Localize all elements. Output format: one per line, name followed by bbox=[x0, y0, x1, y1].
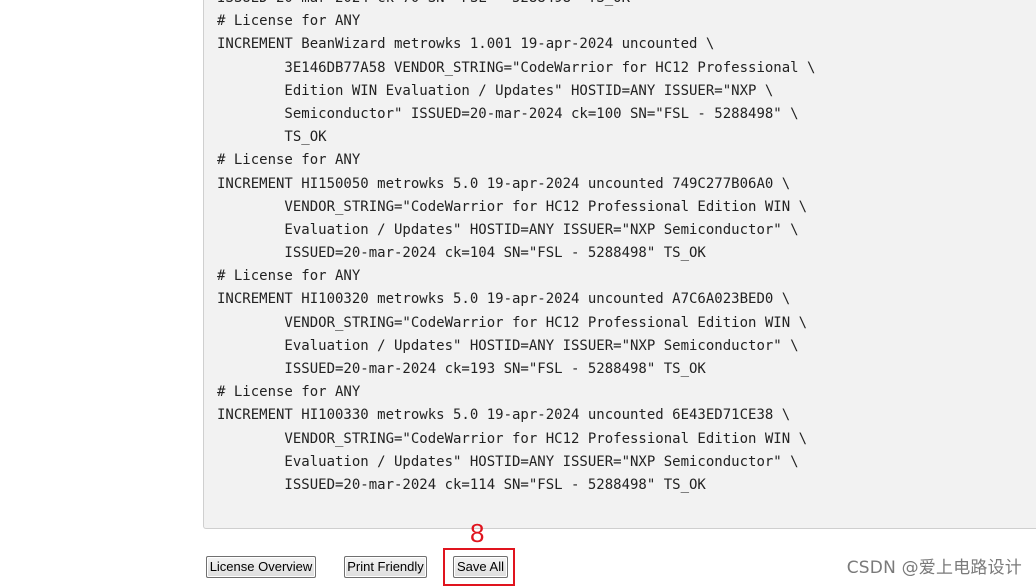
license-line: # License for ANY bbox=[217, 268, 361, 285]
license-line: VENDOR_STRING="CodeWarrior for HC12 Prof… bbox=[217, 430, 808, 447]
license-line: ISSUED=20-mar-2024 ck=70 SN="FSL - 52884… bbox=[217, 0, 815, 10]
license-line: # License for ANY bbox=[217, 152, 361, 169]
license-line: INCREMENT HI100330 metrowks 5.0 19-apr-2… bbox=[217, 407, 791, 424]
license-line: INCREMENT HI100320 metrowks 5.0 19-apr-2… bbox=[217, 291, 791, 308]
license-line: Edition WIN Evaluation / Updates" HOSTID… bbox=[217, 82, 774, 99]
license-line: Evaluation / Updates" HOSTID=ANY ISSUER=… bbox=[217, 453, 799, 470]
save-all-highlight-box bbox=[443, 548, 515, 586]
license-line: Evaluation / Updates" HOSTID=ANY ISSUER=… bbox=[217, 221, 799, 238]
license-line: INCREMENT BeanWizard metrowks 1.001 19-a… bbox=[217, 36, 715, 53]
license-line: ISSUED=20-mar-2024 ck=193 SN="FSL - 5288… bbox=[217, 361, 706, 377]
license-line: Semiconductor" ISSUED=20-mar-2024 ck=100… bbox=[217, 105, 799, 122]
license-line: INCREMENT HI150050 metrowks 5.0 19-apr-2… bbox=[217, 175, 791, 192]
license-line: TS_OK bbox=[217, 129, 327, 146]
license-file-text: ISSUED=20-mar-2024 ck=70 SN="FSL - 52884… bbox=[217, 0, 815, 497]
license-line: ISSUED=20-mar-2024 ck=114 SN="FSL - 5288… bbox=[217, 476, 706, 493]
license-overview-button[interactable]: License Overview bbox=[206, 556, 316, 578]
license-page: ISSUED=20-mar-2024 ck=70 SN="FSL - 52884… bbox=[0, 0, 1036, 587]
license-file-panel: ISSUED=20-mar-2024 ck=70 SN="FSL - 52884… bbox=[203, 0, 1036, 529]
license-line: # License for ANY bbox=[217, 13, 361, 30]
license-line: ISSUED=20-mar-2024 ck=104 SN="FSL - 5288… bbox=[217, 245, 706, 262]
step-number-annotation: 8 bbox=[470, 518, 485, 548]
license-line: 3E146DB77A58 VENDOR_STRING="CodeWarrior … bbox=[217, 59, 816, 76]
csdn-watermark: CSDN @爱上电路设计 bbox=[846, 558, 1022, 578]
license-line: VENDOR_STRING="CodeWarrior for HC12 Prof… bbox=[217, 314, 808, 331]
license-line: Evaluation / Updates" HOSTID=ANY ISSUER=… bbox=[217, 337, 799, 354]
license-line: # License for ANY bbox=[217, 384, 361, 401]
license-line: VENDOR_STRING="CodeWarrior for HC12 Prof… bbox=[217, 198, 808, 215]
print-friendly-button[interactable]: Print Friendly bbox=[344, 556, 427, 578]
